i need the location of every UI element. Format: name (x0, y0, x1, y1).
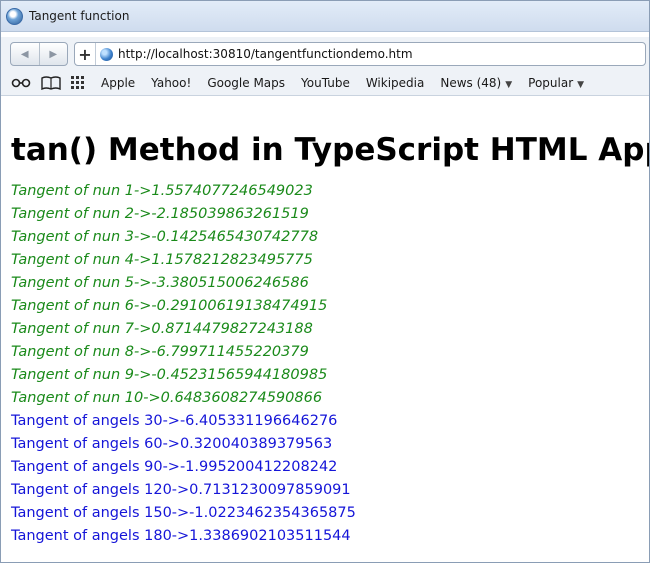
page-content: tan() Method in TypeScript HTML App Tang… (11, 96, 650, 548)
chevron-down-icon: ▼ (577, 80, 585, 90)
tangent-number-line: Tangent of nun 2->-2.185039863261519 (11, 206, 309, 222)
back-arrow-icon: ◀ (20, 48, 29, 60)
bookmark-news-label: News (48) (440, 76, 502, 90)
bookmarks-bar: Apple Yahoo! Google Maps YouTube Wikiped… (1, 71, 649, 96)
add-bookmark-button[interactable]: + (75, 43, 96, 65)
bookmark-popular-label: Popular (528, 76, 574, 90)
tangent-number-line: Tangent of nun 3->-0.1425465430742778 (11, 229, 319, 245)
address-bar[interactable]: + http://localhost:30810/tangentfunction… (74, 42, 646, 66)
bookmark-apple[interactable]: Apple (101, 76, 135, 90)
page-title: tan() Method in TypeScript HTML App (11, 132, 650, 168)
tangent-number-list: Tangent of nun 1->1.5574077246549023 Tan… (11, 180, 645, 410)
tangent-angle-line: Tangent of angels 180->1.338690210351154… (11, 528, 351, 544)
bookmark-popular-menu[interactable]: Popular ▼ (528, 76, 584, 90)
tangent-number-line: Tangent of nun 4->1.1578212823495775 (11, 252, 313, 268)
top-sites-grid-icon[interactable] (71, 76, 85, 90)
tangent-angle-line: Tangent of angels 120->0.713123009785909… (11, 482, 351, 498)
tangent-number-line: Tangent of nun 10->0.6483608274590866 (11, 390, 323, 406)
window-title: Tangent function (29, 9, 130, 23)
tangent-number-line: Tangent of nun 5->-3.380515006246586 (11, 275, 309, 291)
bookmarks-book-icon[interactable] (41, 76, 61, 90)
tangent-number-line: Tangent of nun 9->-0.45231565944180985 (11, 367, 328, 383)
reading-list-icon[interactable] (11, 78, 31, 88)
tangent-number-line: Tangent of nun 6->-0.29100619138474915 (11, 298, 328, 314)
forward-arrow-icon: ▶ (49, 48, 58, 60)
browser-window: Tangent function ◀ ▶ + http://localhost:… (0, 0, 650, 563)
back-button[interactable]: ◀ (11, 43, 39, 65)
url-text[interactable]: http://localhost:30810/tangentfunctionde… (118, 47, 413, 61)
bookmark-yahoo[interactable]: Yahoo! (151, 76, 191, 90)
tangent-angle-line: Tangent of angels 60->0.320040389379563 (11, 436, 333, 452)
plus-icon: + (78, 44, 92, 64)
tangent-angle-line: Tangent of angels 90->-1.995200412208242 (11, 459, 338, 475)
bookmark-wikipedia[interactable]: Wikipedia (366, 76, 425, 90)
chevron-down-icon: ▼ (505, 80, 513, 90)
forward-button[interactable]: ▶ (38, 43, 68, 65)
tangent-angle-list: Tangent of angels 30->-6.405331196646276… (11, 410, 645, 548)
tangent-angle-line: Tangent of angels 30->-6.405331196646276 (11, 413, 338, 429)
tangent-number-line: Tangent of nun 8->-6.799711455220379 (11, 344, 309, 360)
tangent-number-line: Tangent of nun 7->0.8714479827243188 (11, 321, 313, 337)
title-bar: Tangent function (1, 1, 649, 32)
tangent-angle-line: Tangent of angels 150->-1.02234623543658… (11, 505, 356, 521)
bookmark-youtube[interactable]: YouTube (301, 76, 350, 90)
site-globe-icon (100, 47, 113, 61)
bookmark-google-maps[interactable]: Google Maps (207, 76, 285, 90)
bookmark-news-menu[interactable]: News (48) ▼ (440, 76, 512, 90)
tangent-number-line: Tangent of nun 1->1.5574077246549023 (11, 183, 313, 199)
browser-app-icon (6, 7, 23, 25)
back-forward-group: ◀ ▶ (10, 42, 68, 66)
navigation-toolbar: ◀ ▶ + http://localhost:30810/tangentfunc… (1, 37, 649, 71)
